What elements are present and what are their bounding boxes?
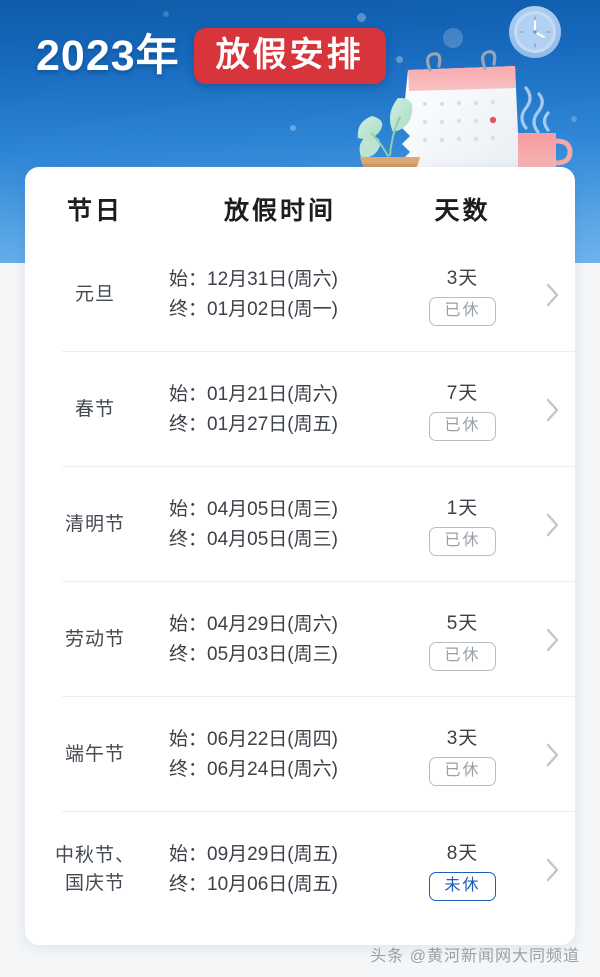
- holiday-name-line1: 春节: [74, 398, 115, 420]
- days-count: 3天: [446, 268, 479, 290]
- start-label: 始：: [169, 269, 208, 291]
- chevron-right-icon: [546, 513, 558, 536]
- end-date: 05月03日(周三): [207, 643, 338, 665]
- holiday-days: 1天 已休: [395, 493, 530, 556]
- holiday-period: 始： 09月29日(周五) 终： 10月06日(周五): [165, 840, 395, 899]
- status-badge: 已休: [429, 757, 496, 786]
- year-label: 2023年: [36, 31, 180, 80]
- table-row[interactable]: 劳动节 始： 04月29日(周六) 终： 05月03日(周三) 5天 已休: [25, 582, 575, 697]
- status-badge: 已休: [429, 412, 496, 441]
- banner-title: 2023年 放假安排: [36, 28, 386, 84]
- chevron-right-icon: [546, 283, 558, 306]
- table-header-row: 节日 放假时间 天数: [25, 167, 575, 237]
- chevron-right-icon: [546, 398, 558, 421]
- holiday-days: 5天 已休: [395, 608, 530, 671]
- holiday-days: 3天 已休: [395, 263, 530, 326]
- holiday-days: 8天 未休: [395, 838, 530, 901]
- status-badge: 已休: [429, 527, 496, 556]
- holiday-name: 春节: [25, 396, 165, 424]
- start-date: 01月21日(周六): [207, 384, 338, 406]
- days-count: 7天: [446, 383, 479, 405]
- end-label: 终：: [169, 873, 208, 895]
- end-date: 06月24日(周六): [207, 758, 338, 780]
- holiday-period: 始： 12月31日(周六) 终： 01月02日(周一): [165, 265, 395, 324]
- table-row[interactable]: 中秋节、 国庆节 始： 09月29日(周五) 终： 10月06日(周五) 8天 未休: [25, 812, 575, 927]
- row-detail-link[interactable]: [530, 627, 575, 653]
- row-detail-link[interactable]: [530, 512, 575, 538]
- holiday-name: 清明节: [25, 511, 165, 539]
- steam-icon: [520, 86, 550, 134]
- end-date: 01月27日(周五): [207, 413, 338, 435]
- start-label: 始：: [169, 614, 208, 636]
- days-count: 1天: [446, 498, 479, 520]
- start-label: 始：: [169, 729, 208, 751]
- source-watermark: 头条 @黄河新闻网大同频道: [370, 948, 580, 965]
- start-date: 12月31日(周六): [207, 269, 338, 291]
- end-label: 终：: [169, 298, 208, 320]
- start-date: 04月29日(周六): [207, 614, 338, 636]
- row-detail-link[interactable]: [530, 397, 575, 423]
- holiday-name: 元旦: [25, 281, 165, 309]
- desk-calendar-icon: [402, 50, 520, 178]
- holiday-schedule-card: 节日 放假时间 天数 元旦 始： 12月31日(周六) 终： 01月02日(周一) …: [25, 167, 575, 945]
- chevron-right-icon: [546, 743, 558, 766]
- decor-dot: [163, 11, 169, 17]
- holiday-period: 始： 04月29日(周六) 终： 05月03日(周三): [165, 610, 395, 669]
- days-count: 5天: [446, 613, 479, 635]
- start-label: 始：: [169, 499, 208, 521]
- holiday-name-line2: 国庆节: [64, 872, 125, 894]
- chevron-right-icon: [546, 858, 558, 881]
- decor-dot: [290, 125, 296, 131]
- status-badge: 未休: [429, 872, 496, 901]
- row-detail-link[interactable]: [530, 282, 575, 308]
- holiday-period: 始： 04月05日(周三) 终： 04月05日(周三): [165, 495, 395, 554]
- end-label: 终：: [169, 413, 208, 435]
- holiday-period: 始： 06月22日(周四) 终： 06月24日(周六): [165, 725, 395, 784]
- end-date: 10月06日(周五): [207, 873, 338, 895]
- start-label: 始：: [169, 384, 208, 406]
- headline-badge: 放假安排: [193, 28, 386, 84]
- row-detail-link[interactable]: [530, 857, 575, 883]
- column-header-period: 放假时间: [223, 197, 336, 225]
- start-label: 始：: [169, 844, 208, 866]
- end-date: 04月05日(周三): [207, 528, 338, 550]
- table-row[interactable]: 春节 始： 01月21日(周六) 终： 01月27日(周五) 7天 已休: [25, 352, 575, 467]
- calendar-marked-day: [489, 116, 497, 124]
- column-header-holiday: 节日: [66, 197, 123, 225]
- holiday-name: 劳动节: [25, 626, 165, 654]
- holiday-name-line1: 清明节: [64, 513, 125, 535]
- end-label: 终：: [169, 643, 208, 665]
- start-date: 06月22日(周四): [207, 729, 338, 751]
- table-row[interactable]: 清明节 始： 04月05日(周三) 终： 04月05日(周三) 1天 已休: [25, 467, 575, 582]
- holiday-name: 端午节: [25, 741, 165, 769]
- holiday-days: 7天 已休: [395, 378, 530, 441]
- holiday-period: 始： 01月21日(周六) 终： 01月27日(周五): [165, 380, 395, 439]
- holiday-name-line1: 端午节: [64, 743, 125, 765]
- holiday-name-line1: 中秋节、: [54, 844, 135, 866]
- holiday-days: 3天 已休: [395, 723, 530, 786]
- table-row[interactable]: 元旦 始： 12月31日(周六) 终： 01月02日(周一) 3天 已休: [25, 237, 575, 352]
- table-row[interactable]: 端午节 始： 06月22日(周四) 终： 06月24日(周六) 3天 已休: [25, 697, 575, 812]
- holiday-name: 中秋节、 国庆节: [25, 842, 165, 897]
- days-count: 3天: [446, 728, 479, 750]
- start-date: 09月29日(周五): [207, 844, 338, 866]
- chevron-right-icon: [546, 628, 558, 651]
- wall-clock-icon: [509, 6, 561, 58]
- end-date: 01月02日(周一): [207, 298, 338, 320]
- status-badge: 已休: [429, 297, 496, 326]
- start-date: 04月05日(周三): [207, 499, 338, 521]
- end-label: 终：: [169, 758, 208, 780]
- column-header-days: 天数: [434, 197, 491, 225]
- holiday-name-line1: 劳动节: [64, 628, 125, 650]
- holiday-name-line1: 元旦: [74, 283, 115, 305]
- row-detail-link[interactable]: [530, 742, 575, 768]
- page-root: 2023年 放假安排 节日 放假时间 天数 元旦 始： 12月31日(周六) 终…: [0, 0, 600, 977]
- end-label: 终：: [169, 528, 208, 550]
- status-badge: 已休: [429, 642, 496, 671]
- days-count: 8天: [446, 843, 479, 865]
